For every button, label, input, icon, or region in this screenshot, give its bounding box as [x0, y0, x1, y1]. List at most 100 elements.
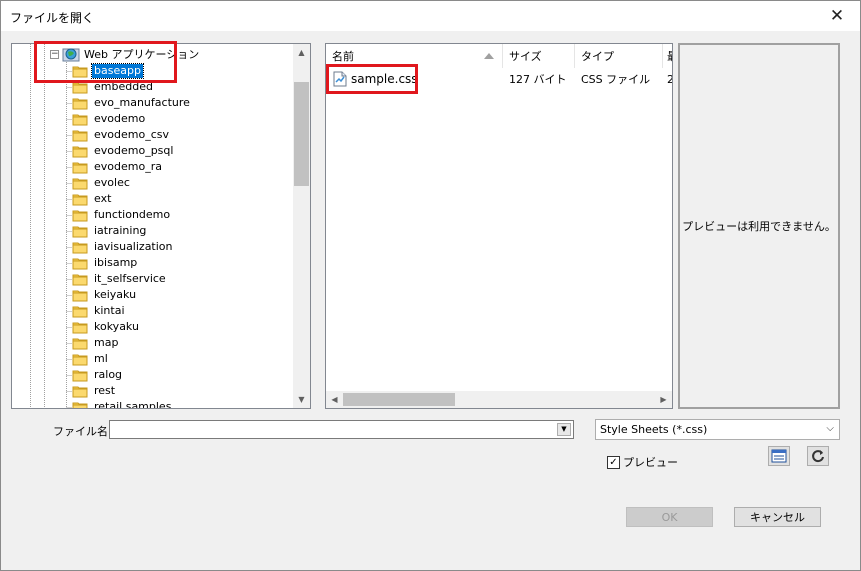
- column-header-size[interactable]: サイズ: [503, 44, 575, 68]
- tree-folder-item[interactable]: map: [72, 335, 120, 351]
- folder-icon: [72, 258, 88, 269]
- tree-folder-item[interactable]: embedded: [72, 79, 155, 95]
- folder-icon: [72, 98, 88, 109]
- file-date: 2: [667, 70, 672, 88]
- tree-folder-item[interactable]: ml: [72, 351, 110, 367]
- filename-label: ファイル名:: [53, 425, 112, 438]
- view-details-button[interactable]: [768, 446, 790, 466]
- folder-icon: [72, 386, 88, 397]
- folder-icon: [72, 162, 88, 173]
- tree-folder-item[interactable]: evodemo_csv: [72, 127, 171, 143]
- folder-icon: [72, 402, 88, 408]
- folder-icon: [72, 322, 88, 333]
- tree-folder-item[interactable]: functiondemo: [72, 207, 172, 223]
- tree-folder-label: evolec: [94, 176, 130, 189]
- preview-checkbox-label: プレビュー: [623, 456, 678, 469]
- tree-vertical-scrollbar[interactable]: ▲ ▼: [293, 44, 310, 408]
- preview-pane: プレビューは利用できません。: [678, 43, 840, 409]
- column-type-label: タイプ: [581, 50, 614, 63]
- tree-root-label: Web アプリケーション: [84, 48, 200, 61]
- column-header-date[interactable]: 最: [663, 44, 672, 68]
- tree-folder-item[interactable]: iavisualization: [72, 239, 175, 255]
- tree-folder-label: kintai: [94, 304, 125, 317]
- tree-folder-item[interactable]: kintai: [72, 303, 127, 319]
- tree-folder-item[interactable]: ralog: [72, 367, 124, 383]
- folder-icon: [72, 354, 88, 365]
- tree-folder-label: ml: [94, 352, 108, 365]
- cancel-button[interactable]: キャンセル: [734, 507, 821, 527]
- scroll-left-icon[interactable]: ◀: [326, 391, 343, 408]
- tree-folder-item[interactable]: evolec: [72, 175, 132, 191]
- tree-connector-lines: [30, 44, 72, 408]
- file-list[interactable]: 名前 サイズ タイプ 最 sample.css 127 バイト CSS ファイル…: [325, 43, 673, 409]
- folder-icon: [72, 194, 88, 205]
- file-row[interactable]: sample.css: [332, 70, 418, 88]
- details-view-icon: [771, 449, 787, 463]
- scroll-down-icon[interactable]: ▼: [293, 391, 310, 408]
- tree-folder-label: keiyaku: [94, 288, 137, 301]
- dialog-title: ファイルを開く: [10, 11, 95, 25]
- file-name: sample.css: [351, 72, 418, 86]
- preview-unavailable-message: プレビューは利用できません。: [682, 220, 836, 233]
- column-header-type[interactable]: タイプ: [575, 44, 663, 68]
- filename-dropdown-button[interactable]: ▼: [557, 423, 571, 436]
- folder-icon: [72, 338, 88, 349]
- tree-folder-item[interactable]: ext: [72, 191, 113, 207]
- scroll-up-icon[interactable]: ▲: [293, 44, 310, 61]
- checkbox-checked-icon[interactable]: ✓: [607, 455, 620, 469]
- tree-folder-label: evodemo: [94, 112, 146, 125]
- tree-folder-item[interactable]: evodemo_psql: [72, 143, 175, 159]
- folder-icon: [72, 130, 88, 141]
- tree-folder-label: evo_manufacture: [94, 96, 190, 109]
- folder-icon: [72, 306, 88, 317]
- column-name-label: 名前: [332, 50, 354, 63]
- file-type-filter-select[interactable]: Style Sheets (*.css) ⌵: [595, 419, 840, 440]
- column-header-name[interactable]: 名前: [326, 44, 503, 68]
- tree-folder-item[interactable]: kokyaku: [72, 319, 141, 335]
- tree-folder-label: ralog: [94, 368, 123, 381]
- tree-folder-item[interactable]: baseapp: [72, 63, 144, 79]
- folder-icon: [72, 242, 88, 253]
- tree-folder-label: iatraining: [94, 224, 147, 237]
- tree-folder-label: evodemo_psql: [94, 144, 174, 157]
- file-list-horizontal-scrollbar[interactable]: ◀ ▶: [326, 391, 672, 408]
- tree-folder-label: ext: [94, 192, 112, 205]
- file-size: 127 バイト: [509, 73, 567, 86]
- css-file-icon: [333, 71, 347, 87]
- tree-folder-label: map: [94, 336, 119, 349]
- tree-folder-item[interactable]: keiyaku: [72, 287, 138, 303]
- folder-tree[interactable]: − Web アプリケーション baseapp embedded evo_manufa…: [11, 43, 311, 409]
- tree-folder-item[interactable]: it_selfservice: [72, 271, 168, 287]
- tree-scroll-thumb[interactable]: [294, 82, 309, 186]
- preview-checkbox[interactable]: ✓ プレビュー: [607, 454, 678, 470]
- tree-folder-label: kokyaku: [94, 320, 139, 333]
- ok-button[interactable]: OK: [626, 507, 713, 527]
- tree-folder-label: baseapp: [91, 63, 144, 79]
- scroll-right-icon[interactable]: ▶: [655, 391, 672, 408]
- sort-ascending-icon: [484, 53, 494, 59]
- tree-folder-label: ibisamp: [94, 256, 138, 269]
- folder-icon: [72, 66, 88, 77]
- chevron-down-icon: ⌵: [826, 423, 834, 434]
- tree-folder-item[interactable]: ibisamp: [72, 255, 139, 271]
- file-list-scroll-thumb[interactable]: [343, 393, 455, 406]
- folder-icon: [72, 82, 88, 93]
- tree-folder-item[interactable]: evodemo_ra: [72, 159, 164, 175]
- tree-root-web-applications[interactable]: − Web アプリケーション: [50, 46, 199, 62]
- tree-folder-item[interactable]: rest: [72, 383, 117, 399]
- tree-folder-item[interactable]: iatraining: [72, 223, 148, 239]
- chevron-down-icon: ▼: [561, 425, 567, 433]
- tree-folder-label: it_selfservice: [94, 272, 166, 285]
- tree-folder-label: functiondemo: [94, 208, 171, 221]
- tree-folder-item[interactable]: evo_manufacture: [72, 95, 192, 111]
- tree-folder-label: rest: [94, 384, 116, 397]
- tree-folder-item[interactable]: evodemo: [72, 111, 147, 127]
- filename-input[interactable]: [110, 421, 550, 438]
- close-button[interactable]: ✕: [814, 1, 860, 31]
- collapse-toggle-icon[interactable]: −: [50, 49, 59, 59]
- refresh-button[interactable]: [807, 446, 829, 466]
- tree-folder-item[interactable]: retail samples: [72, 399, 173, 408]
- folder-icon: [72, 290, 88, 301]
- filename-combobox[interactable]: ▼: [109, 420, 574, 439]
- folder-icon: [72, 370, 88, 381]
